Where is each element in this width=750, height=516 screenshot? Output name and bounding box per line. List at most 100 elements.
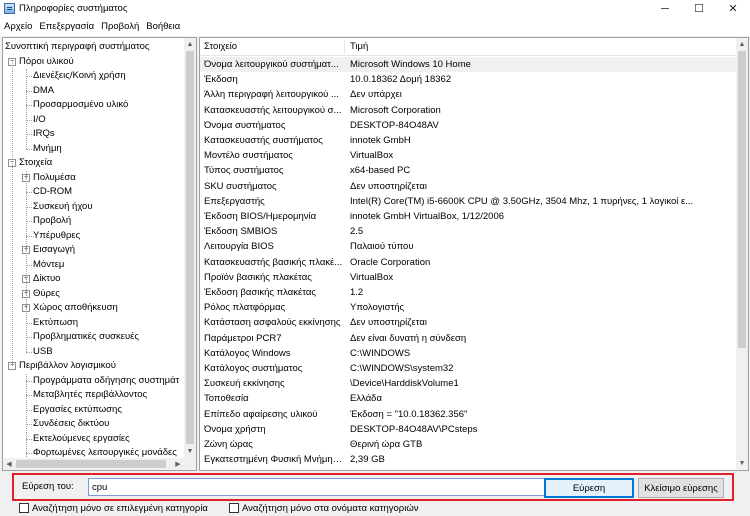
tree-item[interactable]: Προσαρμοσμένο υλικό [22, 98, 128, 113]
option-selected-category-label: Αναζήτηση μόνο σε επιλεγμένη κατηγορία [32, 502, 208, 514]
option-search-selected-category[interactable]: Αναζήτηση μόνο σε επιλεγμένη κατηγορία [19, 501, 208, 515]
tree-item[interactable]: Διενέξεις/Κοινή χρήση [22, 69, 126, 84]
list-row[interactable]: Όνομα συστήματος DESKTOP-84O48AV [200, 118, 736, 133]
tree-item-label: I/O [33, 113, 46, 125]
tree-item[interactable]: Μεταβλητές περιβάλλοντος [22, 388, 147, 403]
column-header-item[interactable]: Στοιχείο [200, 38, 344, 56]
list-row[interactable]: Ρόλος πλατφόρμας Υπολογιστής [200, 300, 736, 315]
checkbox-selected-category[interactable] [19, 503, 29, 513]
list-row[interactable]: Ζώνη ώρας Θερινή ώρα GTB [200, 437, 736, 452]
menu-help[interactable]: Βοήθεια [142, 21, 183, 32]
item-cell: Επίπεδο αφαίρεσης υλικού [204, 408, 318, 420]
find-input[interactable] [88, 478, 551, 496]
scroll-down-arrow-icon[interactable]: ▼ [184, 445, 196, 457]
scroll-left-arrow-icon[interactable]: ◀ [3, 458, 15, 470]
list-row[interactable]: Συσκευή εκκίνησης \Device\HarddiskVolume1 [200, 376, 736, 391]
tree-item[interactable]: Προβληματικές συσκευές [22, 330, 139, 345]
list-row[interactable]: Όνομα λειτουργικού συστήματ... Microsoft … [200, 57, 736, 73]
list-row[interactable]: Άλλη περιγραφή λειτουργικού ... Δεν υπάρχ… [200, 87, 736, 102]
maximize-button[interactable]: ☐ [682, 0, 716, 17]
tree-item[interactable]: + Δίκτυο [22, 272, 60, 287]
list-row[interactable]: Επίπεδο αφαίρεσης υλικού Έκδοση = "10.0.1… [200, 407, 736, 422]
list-row[interactable]: Μοντέλο συστήματος VirtualBox [200, 148, 736, 163]
list-row[interactable]: Κατάλογος Windows C:\WINDOWS [200, 346, 736, 361]
tree-guide-line [26, 395, 34, 396]
list-vertical-scrollbar[interactable]: ▲ ▼ [736, 38, 748, 470]
close-button[interactable]: ✕ [716, 0, 750, 17]
list-row[interactable]: Κατασκευαστής συστήματος innotek GmbH [200, 133, 736, 148]
tree-horizontal-scrollbar[interactable]: ◀ ▶ [3, 458, 196, 470]
tree-item[interactable]: + Εισαγωγή [22, 243, 75, 258]
list-row[interactable]: Κατασκευαστής λειτουργικού σ... Microsoft… [200, 103, 736, 118]
minimize-button[interactable]: ─ [648, 0, 682, 17]
close-find-button[interactable]: Κλείσιμο εύρεσης [638, 478, 724, 498]
tree-hscroll-thumb[interactable] [16, 460, 166, 468]
list-row[interactable]: Κατάσταση ασφαλούς εκκίνησης Δεν υποστηρί… [200, 315, 736, 330]
item-cell: Εγκατεστημένη Φυσική Μνήμη ... [204, 454, 343, 466]
tree-item[interactable]: Προγράμματα οδήγησης συστημάτ [22, 374, 179, 389]
checkbox-category-names[interactable] [229, 503, 239, 513]
value-cell: Δεν υποστηρίζεται [350, 180, 427, 192]
list-row[interactable]: Έκδοση βασικής πλακέτας 1.2 [200, 285, 736, 300]
list-scroll-up-arrow-icon[interactable]: ▲ [736, 38, 748, 50]
tree-item[interactable]: Εργασίες εκτύπωσης [22, 403, 122, 418]
tree-item[interactable]: + Χώρος αποθήκευση [22, 301, 118, 316]
value-cell: Παλαιού τύπου [350, 241, 414, 253]
window-title: Πληροφορίες συστήματος [19, 3, 128, 14]
list-row[interactable]: Έκδοση BIOS/Ημερομηνία innotek GmbH Virtu… [200, 209, 736, 224]
tree-item[interactable]: Συνοπτική περιγραφή συστήματος [5, 40, 150, 55]
window-controls: ─ ☐ ✕ [648, 0, 750, 17]
list-row[interactable]: Κατάλογος συστήματος C:\WINDOWS\system32 [200, 361, 736, 376]
tree-item[interactable]: Συνδέσεις δικτύου [22, 417, 109, 432]
list-row[interactable]: Έκδοση SMBIOS 2.5 [200, 224, 736, 239]
list-row[interactable]: Επεξεργαστής Intel(R) Core(TM) i5-6600K C… [200, 194, 736, 209]
list-row[interactable]: Τοποθεσία Ελλάδα [200, 391, 736, 406]
tree-item-label: Συνδέσεις δικτύου [33, 418, 110, 429]
scroll-up-arrow-icon[interactable]: ▲ [184, 38, 196, 50]
tree-item[interactable]: − Πόροι υλικού [8, 55, 74, 70]
tree-scroll-thumb[interactable] [186, 51, 194, 444]
tree-item[interactable]: − Περιβάλλον λογισμικού [8, 359, 116, 374]
list-row[interactable]: Έκδοση 10.0.18362 Δομή 18362 [200, 72, 736, 87]
list-row[interactable]: Όνομα χρήστη DESKTOP-84O48AV\PCsteps [200, 422, 736, 437]
tree-item-label: Περιβάλλον λογισμικού [19, 360, 116, 371]
list-row[interactable]: Τύπος συστήματος x64-based PC [200, 163, 736, 178]
item-cell: Μοντέλο συστήματος [204, 150, 293, 162]
tree-guide-line [26, 337, 34, 338]
value-cell: 10.0.18362 Δομή 18362 [350, 74, 452, 86]
option-search-category-names[interactable]: Αναζήτηση μόνο στα ονόματα κατηγοριών [229, 501, 418, 515]
item-cell: Κατασκευαστής λειτουργικού σ... [204, 104, 342, 116]
value-cell: 2,39 GB [350, 454, 385, 466]
tree-guide-line [26, 438, 34, 440]
list-row[interactable]: Λειτουργία BIOS Παλαιού τύπου [200, 239, 736, 254]
list-row[interactable]: Προϊόν βασικής πλακέτας VirtualBox [200, 270, 736, 285]
tree-item-label: Πολυμέσα [33, 171, 76, 183]
value-cell: Έκδοση = "10.0.18362.356" [350, 408, 468, 420]
list-row[interactable]: Κατασκευαστής βασικής πλακέ... Oracle Cor… [200, 255, 736, 270]
menu-view[interactable]: Προβολή [97, 21, 142, 32]
details-list[interactable]: Στοιχείο Τιμή Όνομα λειτουργικού συστήμα… [199, 37, 749, 471]
tree-item[interactable]: + Πολυμέσα [22, 171, 76, 186]
list-scroll-thumb[interactable] [738, 51, 746, 348]
tree-guide-line [26, 90, 34, 92]
item-cell: Όνομα χρήστη [204, 423, 266, 435]
list-row[interactable]: SKU συστήματος Δεν υποστηρίζεται [200, 179, 736, 194]
scroll-right-arrow-icon[interactable]: ▶ [172, 458, 184, 470]
column-header-value[interactable]: Τιμή [346, 38, 726, 56]
find-button[interactable]: Εύρεση [544, 478, 634, 498]
value-cell: Δεν υπάρχει [350, 89, 402, 101]
menu-file[interactable]: Αρχείο [0, 21, 35, 32]
menu-edit[interactable]: Επεξεργασία [35, 21, 97, 32]
tree-item-label: Προγράμματα οδήγησης συστημάτ [33, 374, 180, 386]
item-cell: Έκδοση βασικής πλακέτας [204, 287, 316, 298]
list-row[interactable]: Παράμετροι PCR7 Δεν είναι δυνατή η σύνδεσ… [200, 331, 736, 346]
tree-vertical-scrollbar[interactable]: ▲ ▼ [184, 38, 196, 458]
value-cell: Intel(R) Core(TM) i5-6600K CPU @ 3.50GHz… [350, 195, 694, 207]
tree-item[interactable]: + Θύρες [22, 287, 60, 302]
list-scroll-down-arrow-icon[interactable]: ▼ [736, 457, 748, 469]
column-divider[interactable] [344, 40, 345, 54]
tree-item[interactable]: Εκτελούμενες εργασίες [22, 432, 130, 447]
tree-item[interactable]: − Στοιχεία [8, 156, 52, 171]
list-row[interactable]: Εγκατεστημένη Φυσική Μνήμη ... 2,39 GB [200, 452, 736, 467]
category-tree[interactable]: Συνοπτική περιγραφή συστήματος − Πόροι υλι… [2, 37, 197, 471]
